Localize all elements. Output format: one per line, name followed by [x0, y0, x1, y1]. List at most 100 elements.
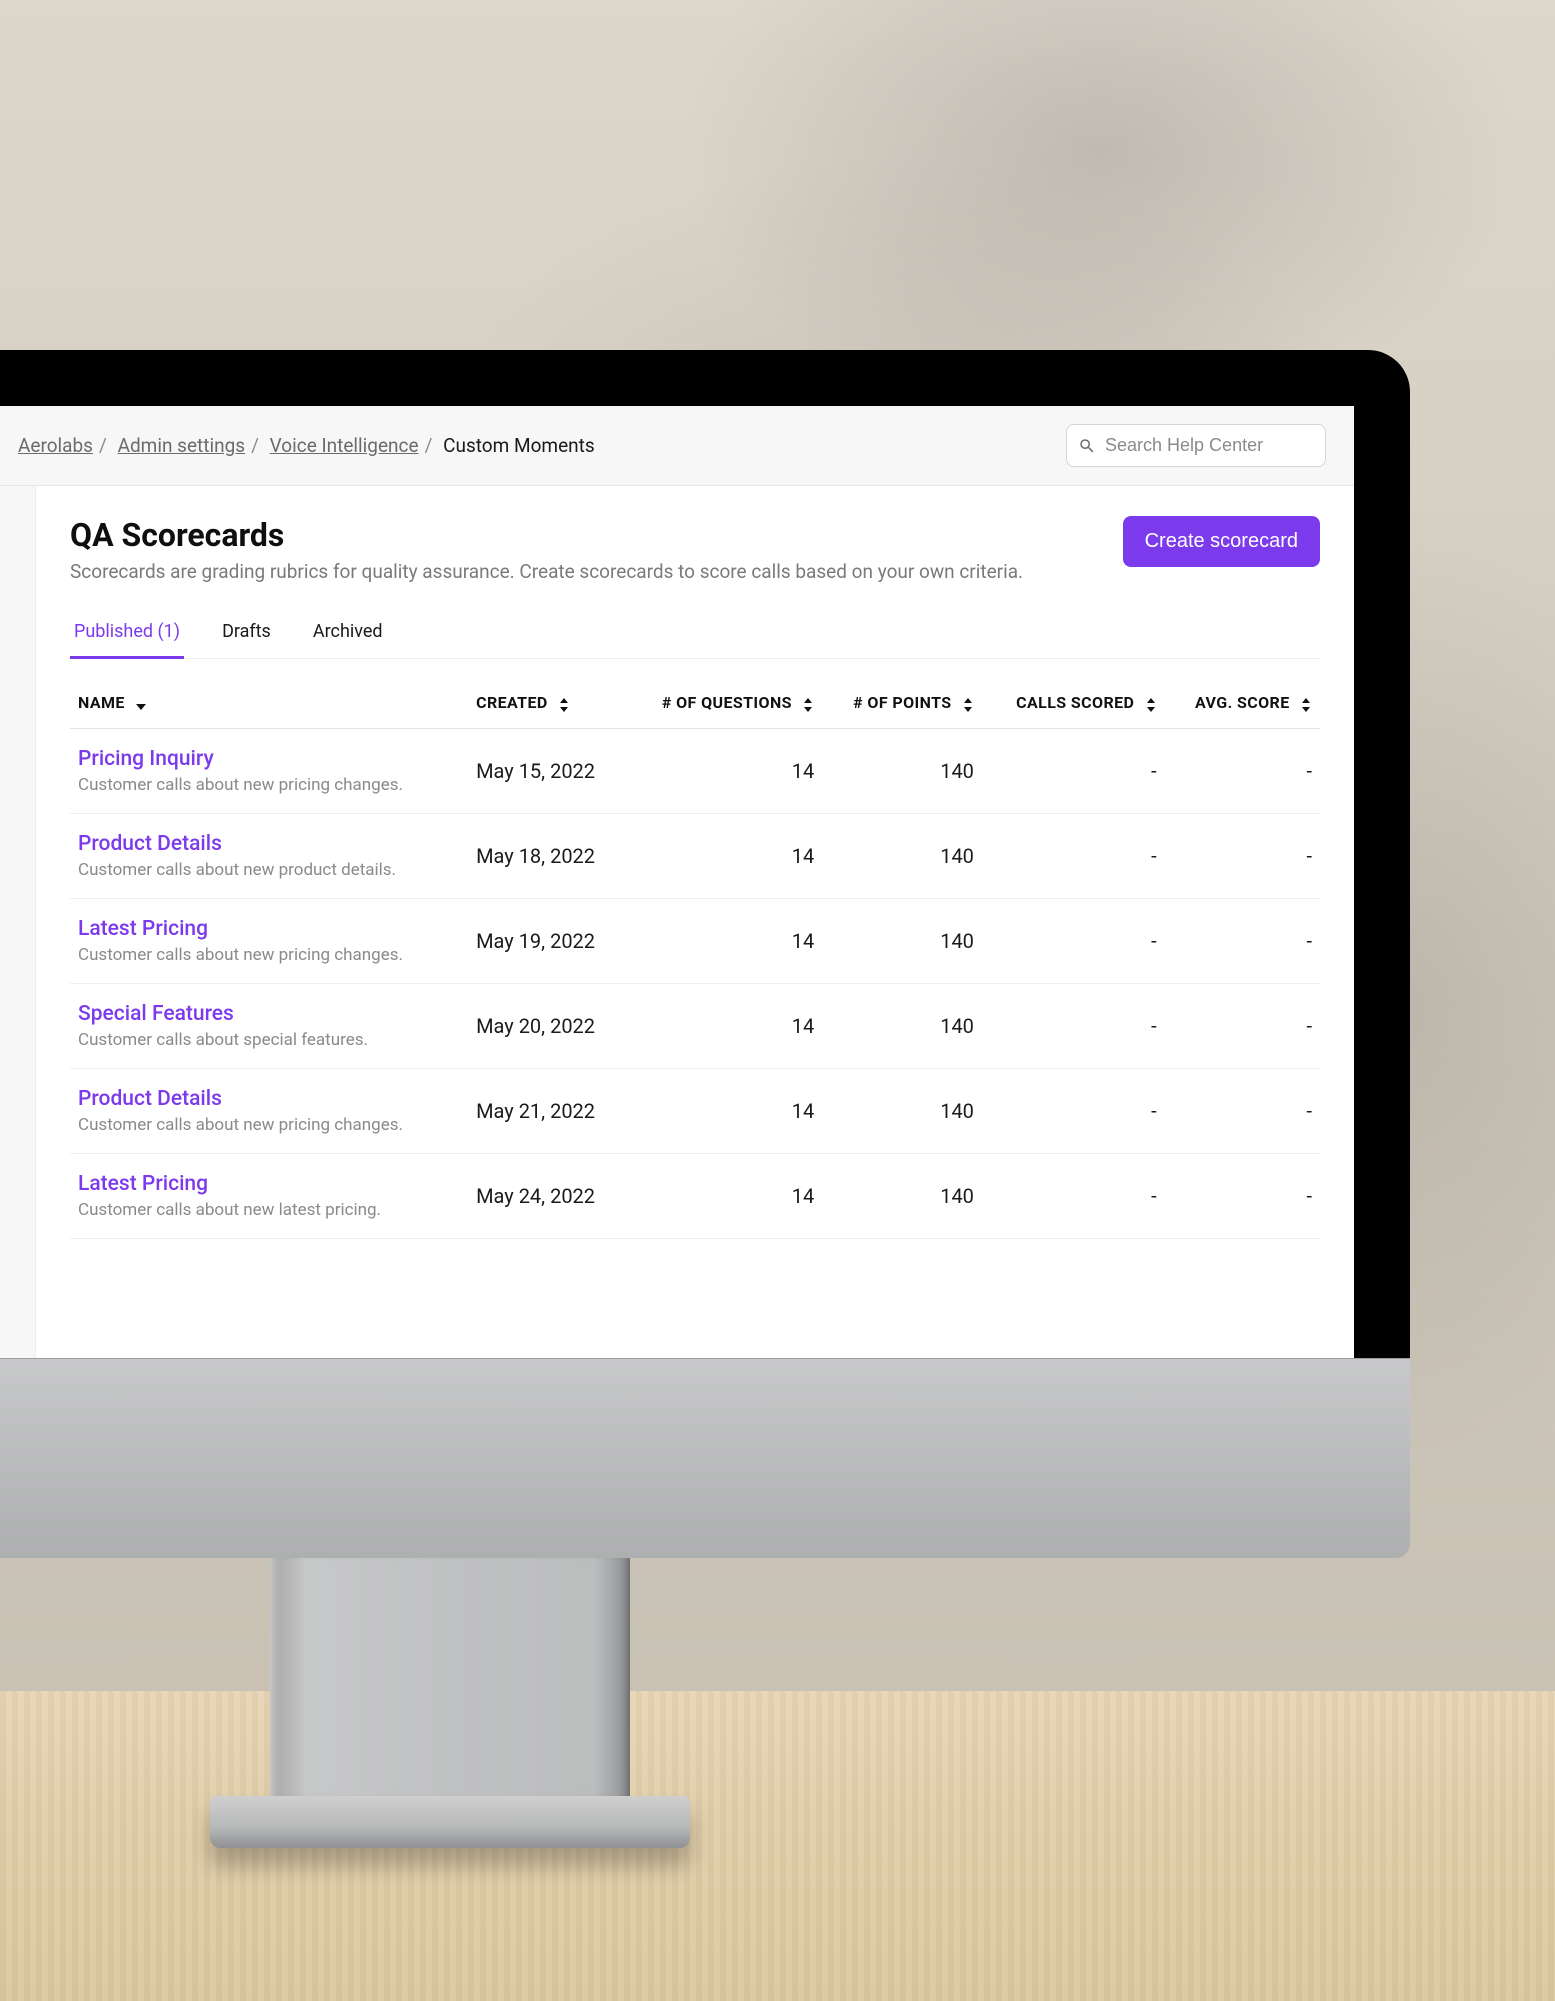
cell-avg-score: -: [1165, 899, 1320, 984]
cell-questions: 14: [626, 729, 823, 814]
scorecard-link[interactable]: Product Details: [78, 832, 460, 856]
sort-icon: [1300, 697, 1312, 711]
cell-created: May 21, 2022: [468, 1069, 626, 1154]
cell-name: Product Details Customer calls about new …: [70, 1069, 468, 1154]
content-outer: QA Scorecards Scorecards are grading rub…: [0, 486, 1354, 1358]
page-header: QA Scorecards Scorecards are grading rub…: [70, 516, 1320, 583]
scorecard-link[interactable]: Pricing Inquiry: [78, 747, 460, 771]
cell-calls-scored: -: [982, 899, 1165, 984]
cell-questions: 14: [626, 1154, 823, 1239]
cell-points: 140: [822, 984, 982, 1069]
scorecard-desc: Customer calls about new latest pricing.: [78, 1200, 460, 1220]
tab[interactable]: Published (1): [70, 621, 184, 659]
cell-avg-score: -: [1165, 984, 1320, 1069]
breadcrumb: Aerolabs/ Admin settings/ Voice Intellig…: [18, 434, 595, 457]
table-row: Special Features Customer calls about spe…: [70, 984, 1320, 1069]
cell-name: Product Details Customer calls about new …: [70, 814, 468, 899]
cell-calls-scored: -: [982, 814, 1165, 899]
scorecard-desc: Customer calls about special features.: [78, 1030, 460, 1050]
page-title: QA Scorecards: [70, 516, 1023, 554]
monitor-device: Aerolabs/ Admin settings/ Voice Intellig…: [0, 350, 1410, 1558]
cell-questions: 14: [626, 899, 823, 984]
cell-calls-scored: -: [982, 1069, 1165, 1154]
top-bar: Aerolabs/ Admin settings/ Voice Intellig…: [0, 406, 1354, 486]
cell-points: 140: [822, 814, 982, 899]
cell-name: Pricing Inquiry Customer calls about new …: [70, 729, 468, 814]
cell-name: Latest Pricing Customer calls about new l…: [70, 1154, 468, 1239]
scorecard-desc: Customer calls about new product details…: [78, 860, 460, 880]
breadcrumb-current: Custom Moments: [443, 434, 595, 457]
cell-calls-scored: -: [982, 984, 1165, 1069]
top-bar-left: Aerolabs/ Admin settings/ Voice Intellig…: [0, 429, 595, 463]
table-row: Latest Pricing Customer calls about new l…: [70, 1154, 1320, 1239]
cell-questions: 14: [626, 1069, 823, 1154]
table-row: Latest Pricing Customer calls about new p…: [70, 899, 1320, 984]
cell-calls-scored: -: [982, 1154, 1165, 1239]
cell-avg-score: -: [1165, 729, 1320, 814]
col-avg-score-label: AVG. SCORE: [1195, 693, 1290, 712]
breadcrumb-sep: /: [251, 434, 259, 457]
breadcrumb-sep: /: [425, 434, 433, 457]
cell-points: 140: [822, 1154, 982, 1239]
cell-created: May 18, 2022: [468, 814, 626, 899]
page-description: Scorecards are grading rubrics for quali…: [70, 560, 1023, 583]
scorecard-link[interactable]: Latest Pricing: [78, 1172, 460, 1196]
col-name[interactable]: NAME: [70, 677, 468, 729]
scorecard-link[interactable]: Product Details: [78, 1087, 460, 1111]
tabs: Published (1) Drafts Archived: [70, 621, 1320, 659]
scorecards-table: NAME CREATED: [70, 677, 1320, 1239]
search-input[interactable]: [1066, 424, 1326, 467]
col-name-label: NAME: [78, 693, 125, 712]
breadcrumb-link[interactable]: Aerolabs: [18, 434, 93, 457]
scorecard-desc: Customer calls about new pricing changes…: [78, 945, 460, 965]
col-created-label: CREATED: [476, 693, 548, 712]
cell-created: May 24, 2022: [468, 1154, 626, 1239]
col-avg-score[interactable]: AVG. SCORE: [1165, 677, 1320, 729]
monitor-stand-base: [210, 1796, 690, 1848]
col-questions-label: # OF QUESTIONS: [662, 693, 792, 712]
col-calls-scored[interactable]: CALLS SCORED: [982, 677, 1165, 729]
cell-created: May 15, 2022: [468, 729, 626, 814]
search-icon: [1078, 437, 1096, 455]
app-screen: Aerolabs/ Admin settings/ Voice Intellig…: [0, 406, 1354, 1358]
scorecard-desc: Customer calls about new pricing changes…: [78, 1115, 460, 1135]
sort-icon: [962, 697, 974, 711]
collapsed-sidebar: [0, 486, 36, 1358]
cell-name: Special Features Customer calls about spe…: [70, 984, 468, 1069]
col-created[interactable]: CREATED: [468, 677, 626, 729]
sort-icon: [558, 697, 570, 711]
sort-desc-icon: [135, 697, 147, 711]
cell-points: 140: [822, 899, 982, 984]
table-row: Product Details Customer calls about new …: [70, 1069, 1320, 1154]
main-panel: QA Scorecards Scorecards are grading rub…: [36, 486, 1354, 1358]
sort-icon: [1145, 697, 1157, 711]
cell-avg-score: -: [1165, 1154, 1320, 1239]
tab[interactable]: Drafts: [218, 621, 275, 658]
scorecard-link[interactable]: Special Features: [78, 1002, 460, 1026]
breadcrumb-link[interactable]: Voice Intelligence: [270, 434, 419, 457]
cell-calls-scored: -: [982, 729, 1165, 814]
breadcrumb-sep: /: [99, 434, 107, 457]
table-header-row: NAME CREATED: [70, 677, 1320, 729]
monitor-chin: [0, 1358, 1410, 1558]
cell-points: 140: [822, 729, 982, 814]
cell-questions: 14: [626, 984, 823, 1069]
scorecard-desc: Customer calls about new pricing changes…: [78, 775, 460, 795]
cell-created: May 19, 2022: [468, 899, 626, 984]
col-questions[interactable]: # OF QUESTIONS: [626, 677, 823, 729]
monitor-bezel: Aerolabs/ Admin settings/ Voice Intellig…: [0, 350, 1410, 1358]
col-points[interactable]: # OF POINTS: [822, 677, 982, 729]
monitor-stand-neck: [270, 1558, 630, 1818]
cell-created: May 20, 2022: [468, 984, 626, 1069]
search-container: [1066, 424, 1326, 467]
create-scorecard-button[interactable]: Create scorecard: [1123, 516, 1320, 567]
page-header-text: QA Scorecards Scorecards are grading rub…: [70, 516, 1023, 583]
col-points-label: # OF POINTS: [853, 693, 951, 712]
col-calls-scored-label: CALLS SCORED: [1016, 693, 1134, 712]
cell-questions: 14: [626, 814, 823, 899]
breadcrumb-link[interactable]: Admin settings: [118, 434, 246, 457]
tab[interactable]: Archived: [309, 621, 387, 658]
cell-avg-score: -: [1165, 1069, 1320, 1154]
scorecard-link[interactable]: Latest Pricing: [78, 917, 460, 941]
cell-points: 140: [822, 1069, 982, 1154]
